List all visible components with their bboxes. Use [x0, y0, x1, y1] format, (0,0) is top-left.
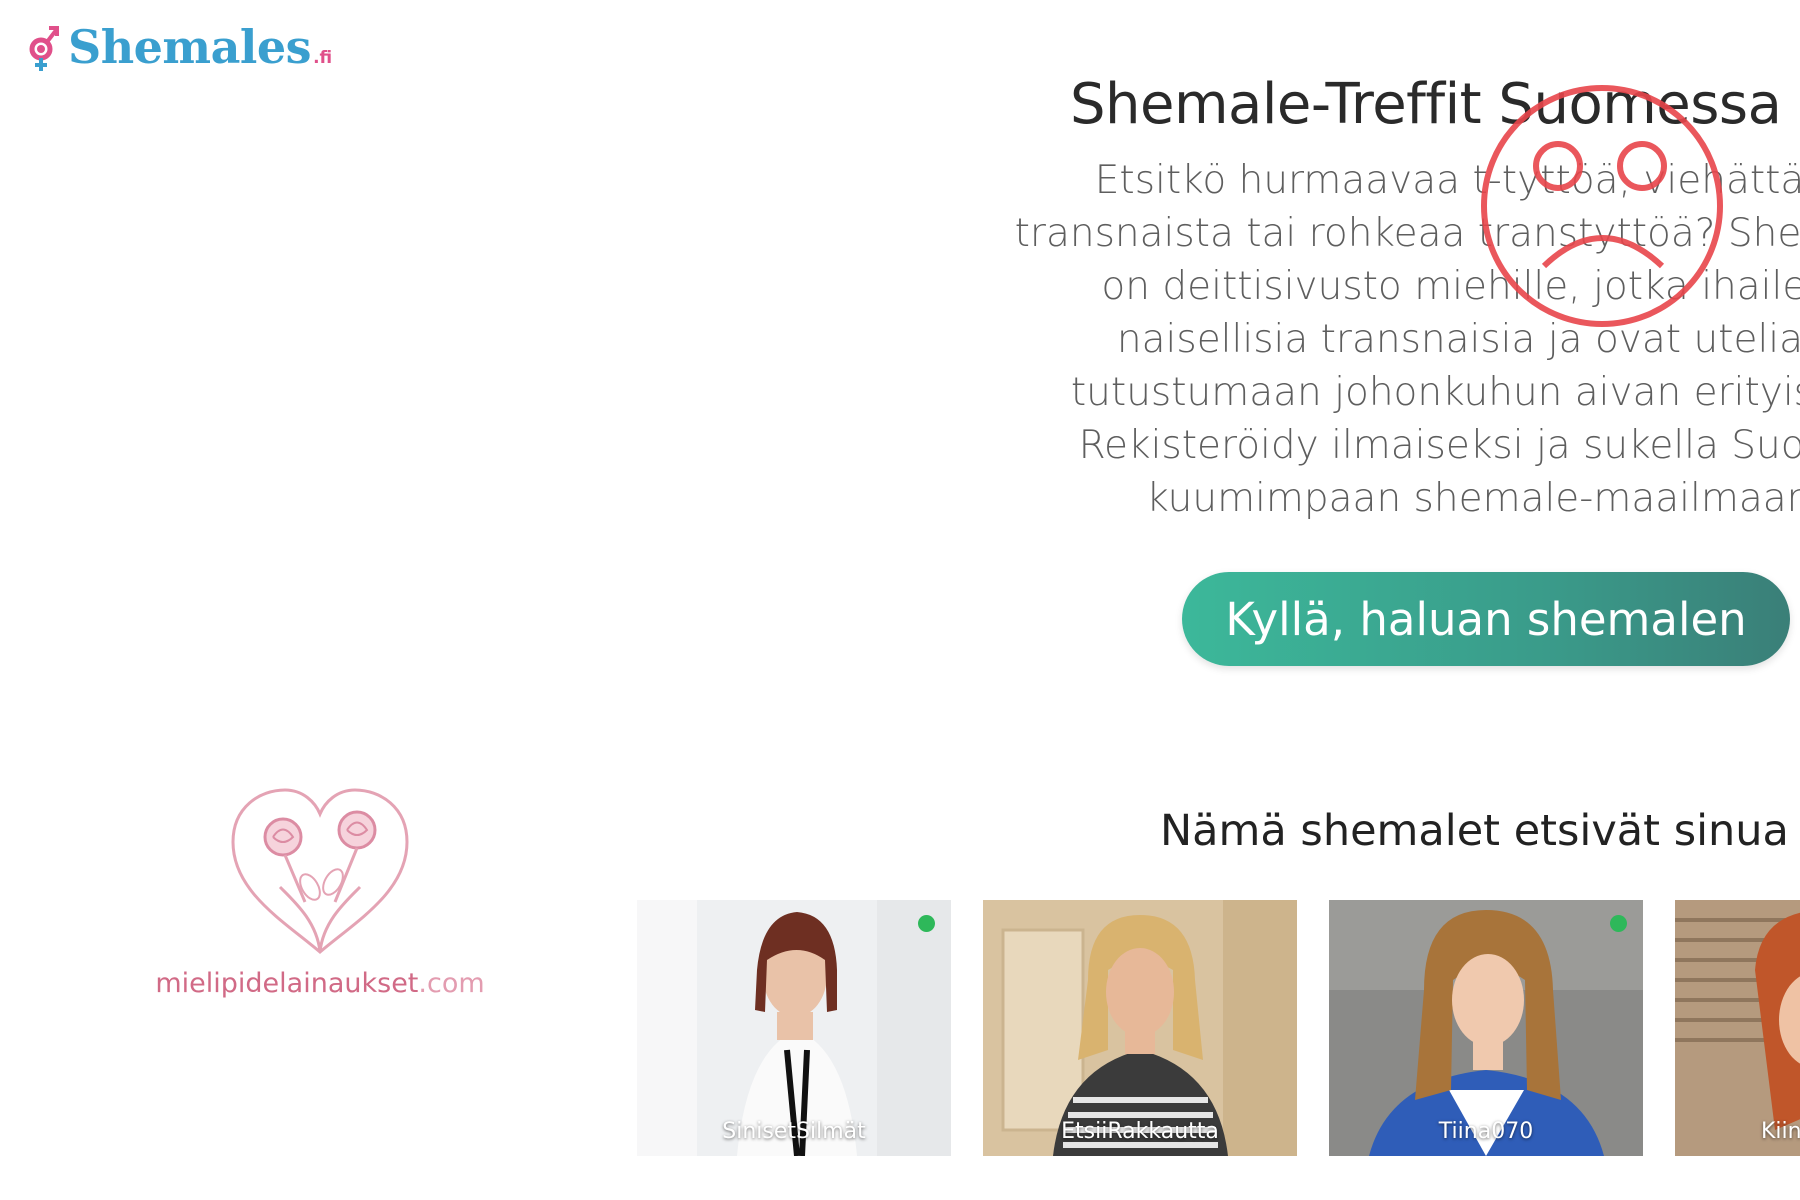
- profile-name: Kiin: [1761, 1119, 1800, 1144]
- profile-name: Tiina070: [1438, 1119, 1534, 1144]
- gender-symbol-icon: [29, 26, 59, 71]
- watermark-site: mielipidelainaukset: [155, 968, 419, 999]
- page: Shemales .fi Shemale-Treffit Suomessa Et…: [0, 0, 1800, 1200]
- profile-card[interactable]: Kiin: [1675, 900, 1800, 1156]
- online-status-indicator: [918, 915, 935, 932]
- logo-wordmark: Shemales: [68, 20, 312, 74]
- profiles-section-title: Nämä shemalet etsivät sinua: [1160, 806, 1789, 856]
- watermark: mielipidelainaukset.com: [140, 782, 500, 999]
- profile-photo: [983, 900, 1297, 1156]
- profile-card[interactable]: Tiina070: [1329, 900, 1643, 1156]
- profile-name: SinisetSilmät: [722, 1119, 866, 1144]
- online-status-indicator: [1610, 915, 1627, 932]
- profile-card[interactable]: EtsiiRakkautta: [983, 900, 1297, 1156]
- profile-name: EtsiiRakkautta: [1061, 1119, 1219, 1144]
- register-cta-button[interactable]: Kyllä, haluan shemalen: [1182, 572, 1790, 666]
- logo-tld: .fi: [313, 48, 333, 68]
- profile-photo: [637, 900, 951, 1156]
- profile-card[interactable]: SinisetSilmät: [637, 900, 951, 1156]
- watermark-suffix: .com: [418, 968, 485, 999]
- site-logo[interactable]: Shemales .fi: [26, 20, 332, 74]
- profile-photo: [1675, 900, 1800, 1156]
- profile-photo: [1329, 900, 1643, 1156]
- sad-face-icon: [1481, 85, 1723, 327]
- watermark-text: mielipidelainaukset.com: [140, 968, 500, 999]
- rose-heart-icon: [231, 788, 409, 954]
